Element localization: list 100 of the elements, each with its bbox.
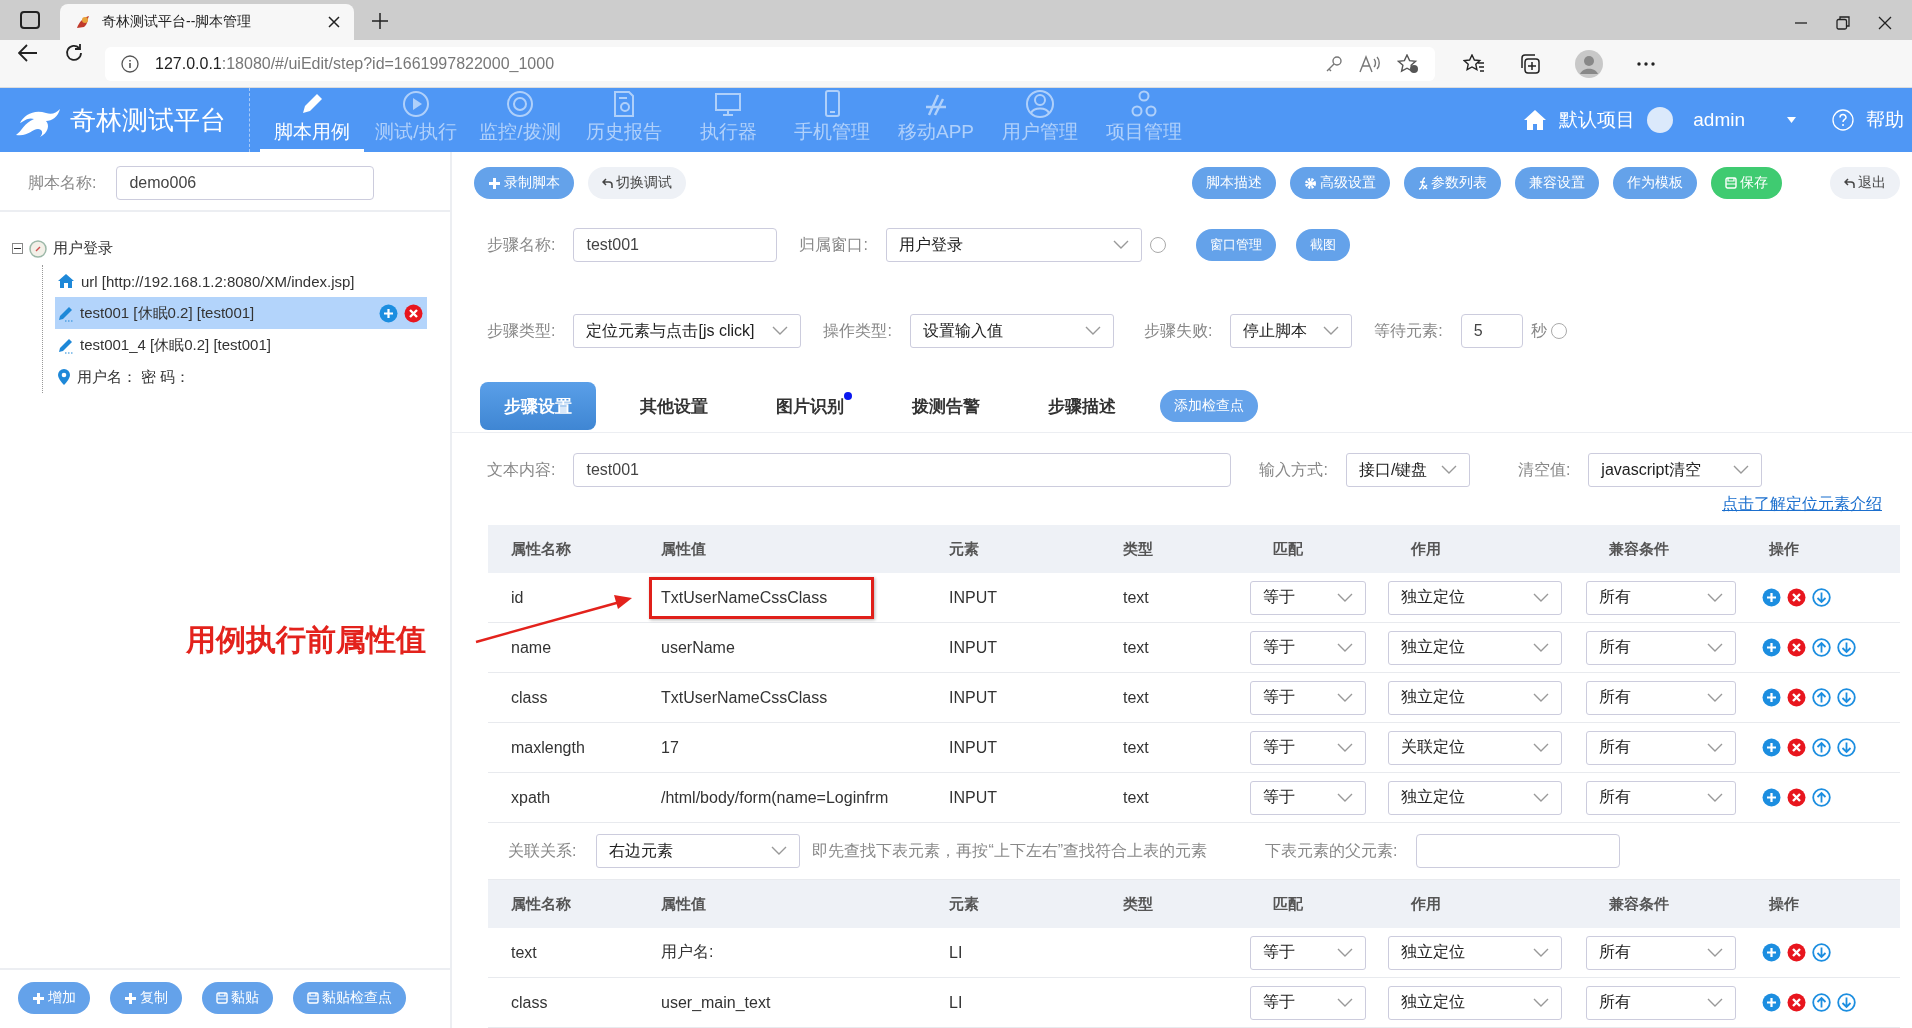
field-label: 步骤名称:	[487, 234, 556, 255]
tree-item[interactable]: 用户名： 密 码：	[55, 361, 427, 393]
tree-item[interactable]: test001 [休眠0.2] [test001]	[55, 297, 427, 329]
read-aloud-icon[interactable]	[1359, 54, 1381, 73]
match-dropdown[interactable]: 等于	[1250, 985, 1366, 1020]
move-down-icon[interactable]	[1812, 943, 1831, 962]
collapse-toggle-icon[interactable]	[12, 243, 23, 254]
address-bar[interactable]: 127.0.0.1:18080/#/uiEdit/step?id=1661997822000_1000	[105, 46, 1435, 81]
location-pin-icon	[57, 368, 71, 386]
role-dropdown[interactable]: 独立定位	[1388, 985, 1562, 1020]
move-down-icon[interactable]	[1837, 738, 1856, 757]
step-failure-dropdown[interactable]: 停止脚本	[1230, 314, 1353, 348]
delete-icon[interactable]	[1787, 788, 1806, 807]
tab[interactable]: 拨测告警	[888, 382, 1004, 430]
match-dropdown[interactable]: 等于	[1250, 580, 1366, 615]
compat-dropdown[interactable]: 所有	[1586, 730, 1736, 765]
pencil-icon	[57, 304, 74, 322]
tree-item[interactable]: url [http://192.168.1.2:8080/XM/index.jsp]	[55, 265, 427, 297]
delete-icon[interactable]	[1787, 688, 1806, 707]
move-down-icon[interactable]	[1837, 638, 1856, 657]
compat-dropdown[interactable]: 所有	[1586, 985, 1736, 1020]
close-icon[interactable]	[1878, 16, 1892, 30]
move-down-icon[interactable]	[1837, 993, 1856, 1012]
add-icon[interactable]	[1762, 688, 1781, 707]
add-icon[interactable]	[379, 303, 398, 323]
info-icon[interactable]	[121, 54, 139, 73]
compat-dropdown[interactable]: 所有	[1586, 630, 1736, 665]
toolbar-button[interactable]: 退出	[1830, 167, 1900, 199]
delete-icon[interactable]	[1787, 943, 1806, 962]
restore-icon[interactable]	[1836, 16, 1850, 30]
match-dropdown[interactable]: 等于	[1250, 935, 1366, 970]
add-favorite-icon[interactable]	[1397, 53, 1419, 74]
help-link[interactable]: 点击了解定位元素介绍	[1722, 494, 1882, 515]
move-up-icon[interactable]	[1812, 688, 1831, 707]
operation-dropdown[interactable]: 设置输入值	[909, 314, 1114, 348]
back-icon[interactable]	[18, 44, 38, 62]
function-icon	[1418, 176, 1428, 190]
add-icon[interactable]	[1762, 788, 1781, 807]
role-dropdown[interactable]: 独立定位	[1388, 580, 1562, 615]
move-up-icon[interactable]	[1812, 638, 1831, 657]
wait-field[interactable]: 5	[1460, 314, 1523, 348]
parent-element-field[interactable]	[1415, 834, 1620, 868]
avatar[interactable]	[1647, 107, 1674, 133]
delete-icon[interactable]	[404, 303, 423, 323]
tree-item[interactable]: 用户登录	[53, 239, 113, 258]
move-up-icon[interactable]	[1812, 788, 1831, 807]
match-dropdown[interactable]: 等于	[1250, 780, 1366, 815]
script-name-field[interactable]: demo006	[116, 166, 375, 200]
compat-dropdown[interactable]: 所有	[1586, 935, 1736, 970]
tab[interactable]: 步骤描述	[1024, 382, 1140, 430]
browser-tab[interactable]: 奇林测试平台--脚本管理	[60, 4, 354, 40]
step-type-dropdown[interactable]: 定位元素与点击[js click]	[573, 314, 802, 348]
match-dropdown[interactable]: 等于	[1250, 630, 1366, 665]
compat-dropdown[interactable]: 所有	[1586, 780, 1736, 815]
tab[interactable]: 其他设置	[616, 382, 732, 430]
move-down-icon[interactable]	[1812, 588, 1831, 607]
home-icon[interactable]	[1523, 109, 1548, 131]
collections-icon[interactable]	[1519, 52, 1541, 75]
profile-icon[interactable]	[1575, 49, 1603, 78]
role-dropdown[interactable]: 独立定位	[1388, 780, 1562, 815]
element-tag: INPUT	[926, 738, 1100, 757]
step-name-field[interactable]: test001	[573, 228, 778, 262]
tab-panel-icon[interactable]	[20, 11, 40, 29]
close-icon[interactable]	[328, 16, 340, 28]
relation-dropdown[interactable]: 右边元素	[596, 834, 801, 868]
toolbar-button[interactable]: 切换调试	[588, 167, 686, 199]
window-dropdown[interactable]: 用户登录	[885, 228, 1142, 262]
add-icon[interactable]	[1762, 638, 1781, 657]
add-icon[interactable]	[1762, 588, 1781, 607]
new-tab-icon[interactable]	[372, 13, 388, 29]
role-dropdown[interactable]: 关联定位	[1388, 730, 1562, 765]
more-icon[interactable]	[1637, 61, 1655, 66]
move-up-icon[interactable]	[1812, 738, 1831, 757]
move-up-icon[interactable]	[1812, 993, 1831, 1012]
role-dropdown[interactable]: 独立定位	[1388, 630, 1562, 665]
key-icon[interactable]	[1325, 54, 1343, 73]
delete-icon[interactable]	[1787, 993, 1806, 1012]
add-icon[interactable]	[1762, 993, 1781, 1012]
move-down-icon[interactable]	[1837, 688, 1856, 707]
tab[interactable]: 图片识别	[752, 382, 868, 430]
clear-value-dropdown[interactable]: javascript清空	[1588, 453, 1763, 487]
match-dropdown[interactable]: 等于	[1250, 730, 1366, 765]
tree-item[interactable]: test001_4 [休眠0.2] [test001]	[55, 329, 427, 361]
add-icon[interactable]	[1762, 943, 1781, 962]
role-dropdown[interactable]: 独立定位	[1388, 935, 1562, 970]
delete-icon[interactable]	[1787, 588, 1806, 607]
delete-icon[interactable]	[1787, 738, 1806, 757]
text-content-field[interactable]: test001	[573, 453, 1232, 487]
match-dropdown[interactable]: 等于	[1250, 680, 1366, 715]
favorites-icon[interactable]	[1463, 53, 1485, 74]
role-dropdown[interactable]: 独立定位	[1388, 680, 1562, 715]
input-method-dropdown[interactable]: 接口/键盘	[1345, 453, 1470, 487]
caret-icon[interactable]	[1787, 117, 1796, 123]
compat-dropdown[interactable]: 所有	[1586, 680, 1736, 715]
chevron-icon	[1533, 642, 1549, 653]
reload-icon[interactable]	[64, 43, 84, 63]
compat-dropdown[interactable]: 所有	[1586, 580, 1736, 615]
gear-icon	[1304, 176, 1317, 190]
add-icon[interactable]	[1762, 738, 1781, 757]
delete-icon[interactable]	[1787, 638, 1806, 657]
